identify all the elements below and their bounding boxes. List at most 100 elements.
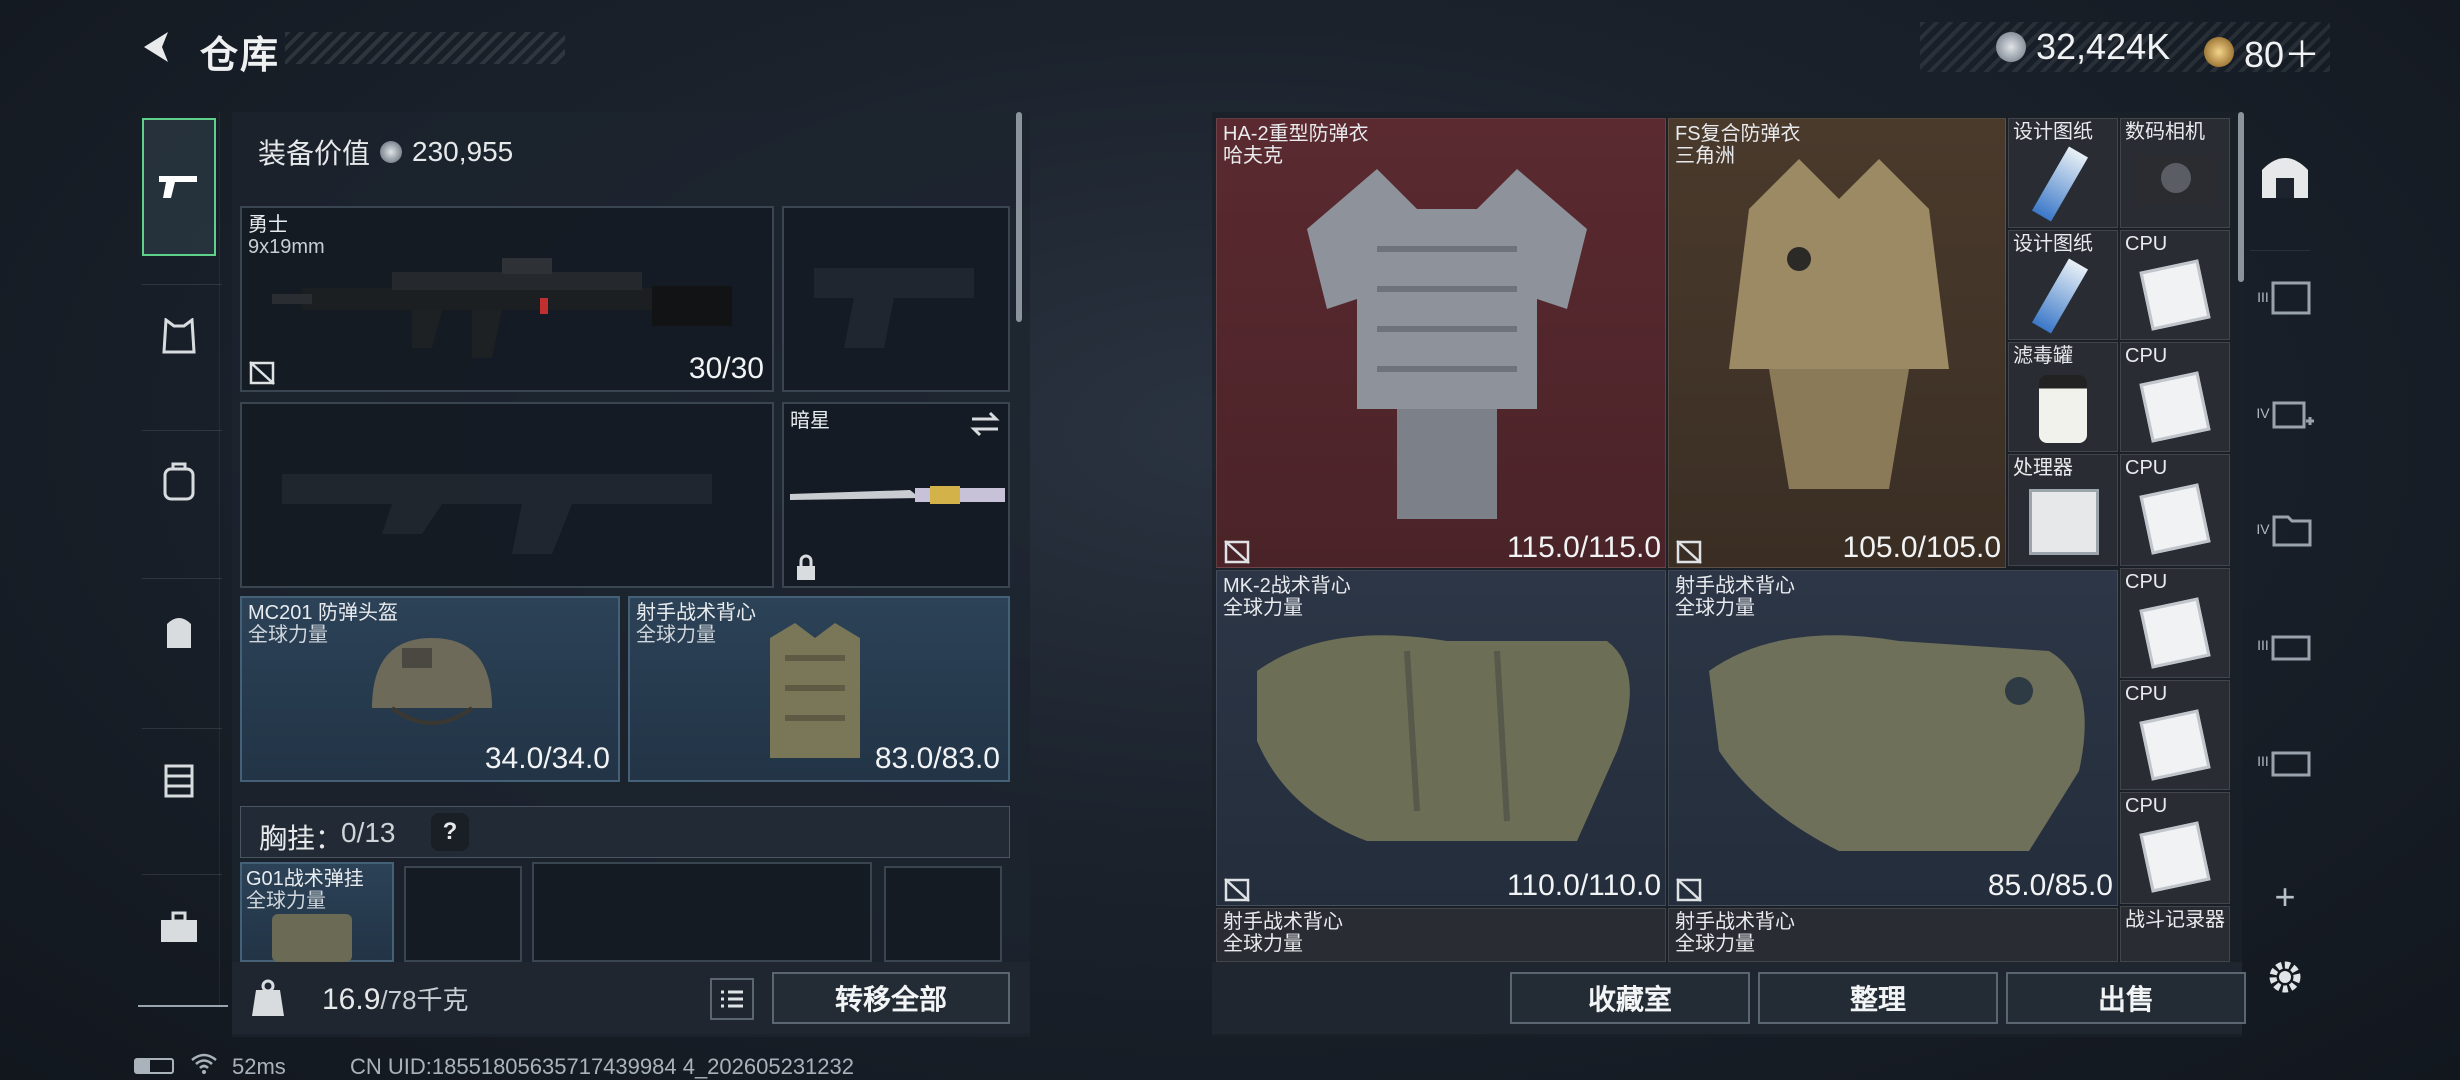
pistol-slot[interactable] [782,206,1010,392]
item-brand: 全球力量 [1223,933,1303,955]
primary-weapon-slot[interactable]: 勇士 9x19mm 30/30 [240,206,774,392]
blueprint-image [2031,258,2089,334]
weight-max: /78千克 [380,985,469,1015]
stash-item-mk2[interactable]: MK-2战术背心 全球力量 110.0/110.0 [1216,570,1666,906]
helmet-brand: 全球力量 [248,624,328,646]
melee-name: 暗星 [790,410,830,432]
coin-icon [380,141,403,163]
stash-item-cpu-2[interactable]: CPU [2120,342,2230,452]
tier-label: III [2257,753,2269,769]
rig-item-slot[interactable]: G01战术弹挂 全球力量 [240,862,394,962]
uninsured-icon [1676,540,1702,564]
storage-icon [2271,281,2311,315]
stash-item-cpu-1[interactable]: CPU [2120,230,2230,340]
stash-item-cpu-3[interactable]: CPU [2120,454,2230,566]
rig-pocket-3[interactable] [884,866,1002,962]
collection-room-button[interactable]: 收藏室 [1510,972,1750,1024]
list-view-button[interactable] [710,978,754,1020]
item-name: CPU [2125,683,2168,705]
nav-backpack[interactable] [142,594,216,668]
currency-premium[interactable]: 80＋ [2204,26,2320,78]
stash-item-fs[interactable]: FS复合防弹衣 三角洲 105.0/105.0 [1668,118,2006,568]
nav-rig[interactable] [142,743,216,817]
stash-item-blueprint-2[interactable]: 设计图纸 [2008,230,2118,340]
settings-button[interactable] [2250,942,2320,1012]
item-durability: 110.0/110.0 [1506,869,1661,902]
stash-item-shooter-vest-3[interactable]: 射手战术背心 全球力量 [1668,908,2118,962]
knife-image [790,486,1005,504]
stash-item-cpu-6[interactable]: CPU [2120,792,2230,904]
item-name: HA-2重型防弹衣 [1223,123,1369,145]
back-arrow-icon [144,32,168,62]
sort-button[interactable]: 整理 [1758,972,1998,1024]
vest-image [770,623,860,758]
secondary-weapon-slot[interactable] [240,402,774,588]
helmet-slot[interactable]: MC201 防弹头盔 全球力量 34.0/34.0 [240,596,620,782]
nav-toolbox[interactable] [142,890,216,964]
side-storage-4b[interactable]: IV [2250,494,2320,564]
item-name: 处理器 [2013,457,2073,479]
side-storage-3b[interactable]: III [2250,610,2320,680]
cpu-image [2139,597,2211,669]
rig-pocket-2[interactable] [532,862,872,962]
stash-item-shooter-vest-2[interactable]: 射手战术背心 全球力量 [1216,908,1666,962]
side-storage-4a[interactable]: IV [2250,378,2320,448]
coin-icon [1996,32,2026,62]
transfer-all-button[interactable]: 转移全部 [772,972,1010,1024]
cpu-image [2139,371,2211,443]
item-brand: 全球力量 [1675,933,1755,955]
chest-rig-header: 胸挂： 0/13 ? [240,806,1010,858]
toolbox-icon [161,911,197,942]
melee-slot[interactable]: 暗星 [782,402,1010,588]
nav-weapon[interactable] [142,118,216,256]
rig-icon [164,764,194,798]
battery-icon [134,1058,174,1074]
stash-item-camera[interactable]: 数码相机 [2120,118,2230,228]
helmet-name: MC201 防弹头盔 [248,602,399,624]
smg-image [272,258,732,358]
stash-item-processor[interactable]: 处理器 [2008,454,2118,566]
armor-slot[interactable]: 射手战术背心 全球力量 83.0/83.0 [628,596,1010,782]
case-icon [2271,751,2311,777]
side-stash-main[interactable] [2250,142,2320,212]
back-button[interactable] [130,22,180,72]
item-durability: 105.0/105.0 [1842,531,2001,564]
stash-item-cpu-5[interactable]: CPU [2120,680,2230,790]
wifi-icon [191,1053,217,1074]
stash-item-shooter-vest[interactable]: 射手战术背心 全球力量 85.0/85.0 [1668,570,2118,906]
chest-rig-label: 胸挂： [259,823,344,854]
uninsured-icon [1224,878,1250,902]
stash-icon [2262,158,2308,198]
tier-label: III [2257,289,2269,305]
equipment-value: 装备价值 230,955 [258,132,513,172]
stash-item-ha2[interactable]: HA-2重型防弹衣 哈夫克 115.0/115.0 [1216,118,1666,568]
weight-readout: 16.9/78千克 [322,980,469,1017]
item-name: 射手战术背心 [1675,575,1795,597]
side-storage-3c[interactable]: III [2250,726,2320,796]
stash-item-recorder[interactable]: 战斗记录器 [2120,906,2230,962]
nav-helmet-pack[interactable] [142,445,216,519]
rifle-silhouette [282,474,712,554]
uninsured-icon [1224,540,1250,564]
stash-item-blueprint-1[interactable]: 设计图纸 [2008,118,2118,228]
item-name: FS复合防弹衣 [1675,123,1801,145]
title-decoration [285,32,565,64]
stash-scrollbar[interactable] [2238,112,2244,282]
help-button[interactable]: ? [431,813,469,851]
stash-item-cpu-4[interactable]: CPU [2120,568,2230,678]
add-storage-button[interactable]: + [2250,862,2320,932]
rig-item-brand: 全球力量 [246,890,326,912]
sell-button[interactable]: 出售 [2006,972,2246,1024]
weight-icon [252,979,284,1016]
swap-icon[interactable] [968,410,1002,438]
tactical-vest-image [1257,635,1630,841]
stash-item-filter[interactable]: 滤毒罐 [2008,342,2118,452]
equipment-scrollbar[interactable] [1016,112,1022,322]
currency-main[interactable]: 32,424K [1996,26,2170,68]
rig-pocket-1[interactable] [404,866,522,962]
side-storage-3[interactable]: III [2250,262,2320,332]
nav-armor[interactable] [142,300,216,374]
page-title: 仓库 [200,35,281,77]
item-name: 设计图纸 [2013,233,2093,255]
side-divider [2250,250,2310,251]
